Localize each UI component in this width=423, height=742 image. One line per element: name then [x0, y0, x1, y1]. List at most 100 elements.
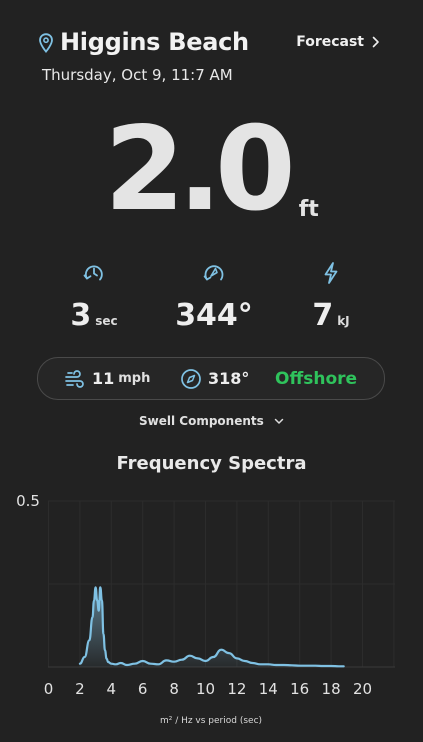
spectra-point — [299, 665, 301, 667]
x-tick-label: 0 — [44, 680, 54, 698]
x-tick-label: 8 — [169, 680, 179, 698]
spectra-point — [96, 600, 98, 602]
spectra-point — [213, 656, 215, 658]
spectra-point — [134, 663, 136, 665]
wind-condition-label: Offshore — [275, 368, 358, 389]
spectra-point — [236, 658, 238, 660]
forecast-label: Forecast — [296, 34, 364, 50]
x-tick-label: 14 — [259, 680, 278, 698]
swell-metrics: 3 sec 344° 7 kJ — [0, 260, 423, 340]
x-tick-label: 16 — [290, 680, 309, 698]
spectra-point — [98, 610, 100, 612]
date-time: Thursday, Oct 9, 11:7 AM — [42, 66, 233, 84]
spectra-point — [84, 656, 86, 658]
wind-speed: 11 mph — [64, 358, 150, 399]
x-tick-label: 20 — [353, 680, 372, 698]
wind-condition: Offshore — [275, 358, 357, 399]
spectra-point — [92, 616, 94, 618]
swell-components-label: Swell Components — [139, 414, 264, 428]
location-name: Higgins Beach — [60, 28, 249, 56]
spectra-point — [100, 587, 102, 589]
spectra-point — [315, 665, 317, 667]
spectra-point — [142, 660, 144, 662]
x-tick-label: 10 — [196, 680, 215, 698]
x-tick-label: 2 — [75, 680, 85, 698]
wind-speed-value: 11 — [92, 369, 115, 388]
spectra-point — [103, 633, 105, 635]
y-tick-label: 0.5 — [16, 492, 40, 510]
wind-summary-pill: 11 mph 318° Offshore — [37, 357, 385, 400]
spectra-point — [244, 660, 246, 662]
x-axis-ticks: 0 2 4 6 8 10 12 14 16 18 20 — [44, 680, 372, 698]
spectra-point — [104, 650, 106, 652]
spectra-point — [228, 652, 230, 654]
header: Higgins Beach Forecast Thursday, Oct 9, … — [38, 28, 388, 88]
y-axis-ticks: 0.5 — [16, 492, 40, 510]
spectra-point — [197, 658, 199, 660]
spectra-point — [115, 664, 117, 666]
spectra-point — [268, 664, 270, 666]
spectra-point — [89, 640, 91, 642]
compass-icon — [181, 368, 201, 389]
energy-unit: kJ — [337, 314, 350, 328]
spectra-point — [260, 664, 262, 666]
chevron-right-icon — [372, 36, 379, 48]
spectra-point — [173, 661, 175, 663]
wind-direction-value: 318° — [208, 369, 250, 388]
spectra-point — [79, 663, 81, 665]
location-pin-icon — [39, 33, 53, 53]
chevron-down-icon — [274, 418, 284, 424]
metric-direction: 344° — [154, 260, 274, 333]
period-unit: sec — [95, 314, 118, 328]
spectra-point — [291, 665, 293, 667]
period-value: 3 — [70, 298, 92, 333]
spectra-point — [205, 660, 207, 662]
x-axis-title: m² / Hz vs period (sec) — [160, 716, 262, 726]
wind-direction: 318° — [180, 358, 249, 399]
spectra-point — [93, 600, 95, 602]
x-tick-label: 18 — [322, 680, 341, 698]
spectra-point — [252, 662, 254, 664]
spectra-point — [101, 600, 103, 602]
spectra-point — [220, 649, 222, 651]
spectra-point — [307, 665, 309, 667]
spectra-point — [166, 660, 168, 662]
spectra-point — [150, 663, 152, 665]
wind-speed-unit: mph — [118, 371, 151, 386]
direction-value: 344° — [175, 298, 253, 333]
spectra-point — [106, 658, 108, 660]
x-tick-label: 4 — [107, 680, 117, 698]
spectra-point — [126, 664, 128, 666]
wave-height-unit: ft — [298, 197, 319, 222]
x-tick-label: 6 — [138, 680, 148, 698]
spectra-point — [189, 655, 191, 657]
spectra-points — [79, 587, 344, 668]
spectra-point — [330, 665, 332, 667]
wind-icon — [65, 369, 84, 388]
spectra-point — [283, 664, 285, 666]
spectra-point — [95, 587, 97, 589]
spectra-point — [338, 666, 340, 668]
forecast-link[interactable]: Forecast — [296, 34, 380, 50]
period-swirl-icon — [83, 265, 103, 281]
swell-components-toggle[interactable]: Swell Components — [0, 414, 423, 428]
metric-energy: 7 kJ — [271, 260, 391, 333]
spectra-point — [120, 662, 122, 664]
spectra-point — [111, 663, 113, 665]
spectra-point — [275, 664, 277, 666]
energy-value: 7 — [312, 298, 334, 333]
spectra-point — [181, 659, 183, 661]
x-tick-label: 12 — [227, 680, 246, 698]
spectra-point — [107, 661, 109, 663]
spectra-area — [79, 587, 344, 667]
spectra-line — [78, 586, 345, 668]
wave-height-value: 2.0 — [104, 102, 295, 237]
spectra-point — [323, 665, 325, 667]
spectra-point — [158, 664, 160, 666]
location-row[interactable]: Higgins Beach — [38, 28, 249, 56]
chart-title: Frequency Spectra — [116, 453, 307, 474]
compass-needle-icon — [203, 265, 224, 281]
wave-height: 2.0 ft — [0, 112, 423, 228]
metric-period: 3 sec — [34, 260, 154, 333]
spectra-point — [343, 666, 345, 668]
